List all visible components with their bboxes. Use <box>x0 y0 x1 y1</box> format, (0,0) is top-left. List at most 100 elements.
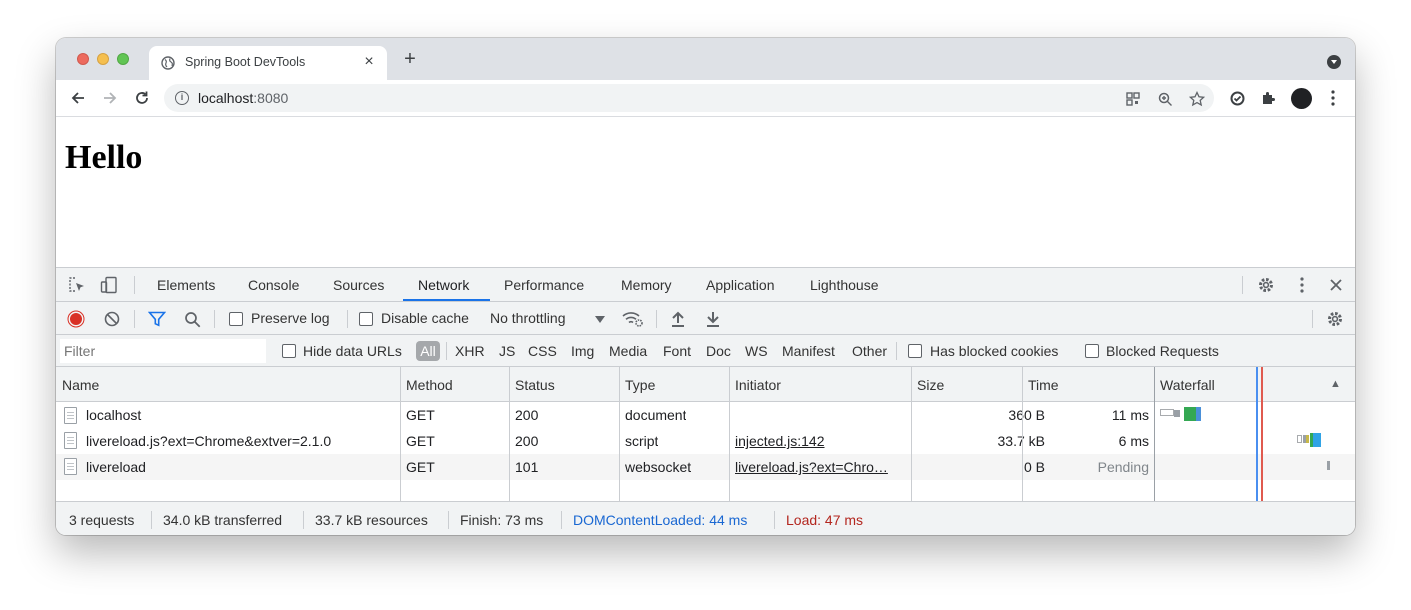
table-row[interactable]: livereload.js?ext=Chrome&extver=2.1.0 GE… <box>56 428 1355 454</box>
back-icon[interactable] <box>66 86 90 110</box>
tab-lighthouse[interactable]: Lighthouse <box>810 277 879 293</box>
sort-ascending-icon[interactable]: ▲ <box>1330 378 1341 390</box>
info-icon[interactable]: i <box>175 91 189 105</box>
document-icon <box>64 407 77 424</box>
new-tab-button[interactable]: + <box>400 49 420 69</box>
hide-data-urls-label: Hide data URLs <box>303 343 402 359</box>
filter-other[interactable]: Other <box>852 343 887 359</box>
address-bar[interactable]: i localhost:8080 <box>164 84 1214 112</box>
zoom-icon[interactable] <box>1156 90 1174 108</box>
waterfall-download-bar <box>1313 433 1321 447</box>
tab-elements[interactable]: Elements <box>157 277 215 293</box>
column-header-time[interactable]: Time <box>1028 377 1059 393</box>
browser-menu-icon[interactable] <box>1323 88 1343 108</box>
forward-icon[interactable] <box>98 86 122 110</box>
request-method: GET <box>406 407 435 423</box>
tab-memory[interactable]: Memory <box>621 277 672 293</box>
devtools-panel: Elements Console Sources Network Perform… <box>56 267 1355 535</box>
filter-input[interactable] <box>60 339 266 363</box>
tab-console[interactable]: Console <box>248 277 299 293</box>
filter-css[interactable]: CSS <box>528 343 557 359</box>
request-name[interactable]: localhost <box>86 407 396 423</box>
column-header-initiator[interactable]: Initiator <box>735 377 781 393</box>
sync-extension-icon[interactable] <box>1227 88 1247 108</box>
filter-doc[interactable]: Doc <box>706 343 731 359</box>
device-toolbar-icon[interactable] <box>100 276 118 294</box>
filter-all-button[interactable]: All <box>416 341 440 361</box>
import-har-upload-icon[interactable] <box>668 309 688 329</box>
column-divider[interactable] <box>1022 367 1023 501</box>
column-divider[interactable] <box>509 367 510 501</box>
url-text[interactable]: localhost:8080 <box>198 90 288 106</box>
request-name[interactable]: livereload.js?ext=Chrome&extver=2.1.0 <box>86 433 396 449</box>
filter-font[interactable]: Font <box>663 343 691 359</box>
filter-manifest[interactable]: Manifest <box>782 343 835 359</box>
tab-application[interactable]: Application <box>706 277 775 293</box>
minimize-window-button[interactable] <box>97 53 109 65</box>
waterfall-download-bar <box>1196 407 1201 421</box>
chevron-down-icon[interactable] <box>594 313 606 325</box>
table-row[interactable]: localhost GET 200 document 360 B 11 ms <box>56 402 1355 428</box>
qr-code-icon[interactable] <box>1124 90 1142 108</box>
devtools-menu-icon[interactable] <box>1292 275 1312 295</box>
inspect-element-icon[interactable] <box>68 276 86 294</box>
hide-data-urls-checkbox[interactable] <box>282 344 296 358</box>
export-har-download-icon[interactable] <box>703 309 723 329</box>
preserve-log-checkbox[interactable] <box>229 312 243 326</box>
reload-icon[interactable] <box>130 86 154 110</box>
tab-title: Spring Boot DevTools <box>185 55 306 69</box>
column-header-waterfall[interactable]: Waterfall <box>1160 377 1215 393</box>
column-header-type[interactable]: Type <box>625 377 655 393</box>
filter-icon[interactable] <box>147 309 167 329</box>
waterfall-queue-bar <box>1297 435 1302 443</box>
tab-search-icon[interactable] <box>1327 55 1341 69</box>
record-button[interactable] <box>66 309 86 329</box>
column-header-method[interactable]: Method <box>406 377 453 393</box>
clear-icon[interactable] <box>102 309 122 329</box>
close-devtools-icon[interactable] <box>1326 275 1346 295</box>
column-divider[interactable] <box>1154 367 1155 501</box>
request-name[interactable]: livereload <box>86 459 396 475</box>
tab-performance[interactable]: Performance <box>504 277 584 293</box>
throttling-select[interactable]: No throttling <box>490 310 565 326</box>
filter-media[interactable]: Media <box>609 343 647 359</box>
divider <box>561 511 562 529</box>
filter-bar: Hide data URLs All XHR JS CSS Img Media … <box>56 335 1355 367</box>
tab-close-icon[interactable]: × <box>361 53 377 71</box>
disable-cache-label: Disable cache <box>381 310 469 326</box>
blocked-requests-checkbox[interactable] <box>1085 344 1099 358</box>
filter-js[interactable]: JS <box>499 343 515 359</box>
filter-xhr[interactable]: XHR <box>455 343 485 359</box>
divider <box>656 310 657 328</box>
filter-img[interactable]: Img <box>571 343 594 359</box>
tab-sources[interactable]: Sources <box>333 277 384 293</box>
extensions-puzzle-icon[interactable] <box>1259 88 1279 108</box>
tab-strip: Spring Boot DevTools × + <box>56 38 1355 80</box>
settings-gear-icon[interactable] <box>1256 275 1276 295</box>
column-header-size[interactable]: Size <box>917 377 944 393</box>
search-icon[interactable] <box>182 309 202 329</box>
close-window-button[interactable] <box>77 53 89 65</box>
tab-network[interactable]: Network <box>418 277 469 293</box>
divider <box>446 342 447 360</box>
filter-ws[interactable]: WS <box>745 343 768 359</box>
browser-tab[interactable]: Spring Boot DevTools × <box>149 46 387 80</box>
table-row[interactable]: livereload GET 101 websocket livereload.… <box>56 454 1355 480</box>
disable-cache-checkbox[interactable] <box>359 312 373 326</box>
network-conditions-icon[interactable] <box>622 309 644 329</box>
network-settings-gear-icon[interactable] <box>1325 309 1345 329</box>
column-divider[interactable] <box>619 367 620 501</box>
divider <box>134 276 135 294</box>
has-blocked-cookies-checkbox[interactable] <box>908 344 922 358</box>
column-header-status[interactable]: Status <box>515 377 555 393</box>
maximize-window-button[interactable] <box>117 53 129 65</box>
profile-avatar[interactable] <box>1291 88 1312 109</box>
request-initiator-link[interactable]: injected.js:142 <box>735 433 905 449</box>
divider <box>151 511 152 529</box>
column-divider[interactable] <box>729 367 730 501</box>
column-divider[interactable] <box>400 367 401 501</box>
column-divider[interactable] <box>911 367 912 501</box>
request-initiator-link[interactable]: livereload.js?ext=Chro… <box>735 459 905 475</box>
bookmark-star-icon[interactable] <box>1188 90 1206 108</box>
column-header-name[interactable]: Name <box>62 377 99 393</box>
